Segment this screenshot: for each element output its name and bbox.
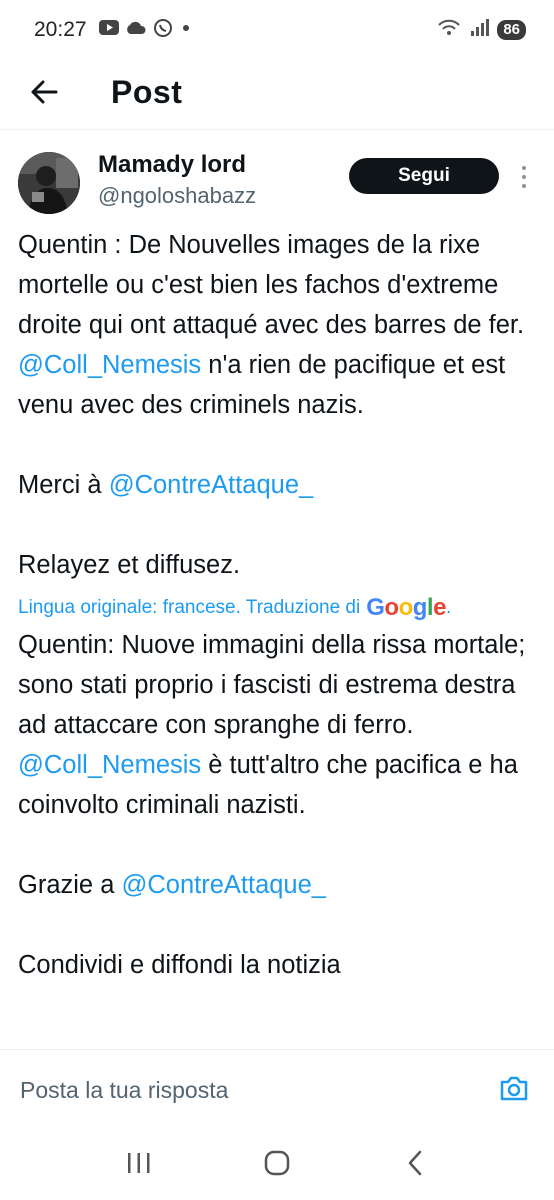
post-body: Quentin : De Nouvelles images de la rixe… bbox=[18, 225, 546, 985]
reply-bar bbox=[0, 1049, 554, 1131]
avatar[interactable] bbox=[18, 152, 80, 214]
follow-button[interactable]: Segui bbox=[349, 158, 499, 194]
original-text: Quentin : De Nouvelles images de la rixe… bbox=[18, 231, 525, 339]
more-vertical-icon bbox=[522, 166, 526, 170]
author-handle[interactable]: @ngoloshabazz bbox=[98, 183, 256, 209]
camera-icon bbox=[499, 1075, 529, 1106]
status-right: 86 bbox=[437, 18, 526, 42]
nav-home-button[interactable] bbox=[253, 1142, 301, 1190]
system-nav-bar bbox=[0, 1131, 554, 1200]
page-title: Post bbox=[111, 74, 183, 110]
author-row: Mamady lord @ngoloshabazz Segui bbox=[0, 148, 554, 218]
translated-text: Grazie a bbox=[18, 871, 122, 899]
mention-link[interactable]: @ContreAttaque_ bbox=[121, 871, 326, 899]
status-bar: 20:27 86 bbox=[0, 0, 554, 60]
notification-dot-icon bbox=[179, 21, 193, 40]
original-paragraph-1: Quentin : De Nouvelles images de la rixe… bbox=[18, 225, 546, 425]
translated-text: Quentin: Nuove immagini della rissa mort… bbox=[18, 631, 526, 739]
translated-paragraph-3: Condividi e diffondi la notizia bbox=[18, 951, 341, 979]
arrow-left-icon bbox=[29, 79, 59, 110]
battery-indicator: 86 bbox=[497, 20, 526, 40]
translation-note: Lingua originale: francese. Traduzione d… bbox=[18, 597, 361, 618]
nav-back-icon bbox=[405, 1149, 425, 1182]
translated-paragraph-1: Quentin: Nuove immagini della rissa mort… bbox=[18, 625, 546, 825]
recents-icon bbox=[126, 1151, 152, 1180]
original-paragraph-3: Relayez et diffusez. bbox=[18, 551, 241, 579]
mention-link[interactable]: @ContreAttaque_ bbox=[109, 471, 314, 499]
translation-attribution[interactable]: Lingua originale: francese. Traduzione d… bbox=[18, 593, 546, 623]
nav-back-button[interactable] bbox=[391, 1142, 439, 1190]
reply-input[interactable] bbox=[20, 1077, 496, 1104]
back-button[interactable] bbox=[26, 76, 62, 112]
status-time: 20:27 bbox=[34, 18, 87, 41]
wifi-icon bbox=[437, 19, 461, 42]
translation-period: . bbox=[445, 597, 452, 618]
google-logo: Google bbox=[366, 594, 446, 621]
nav-recents-button[interactable] bbox=[115, 1142, 163, 1190]
original-text: Merci à bbox=[18, 471, 109, 499]
home-icon bbox=[263, 1149, 291, 1182]
mention-link[interactable]: @Coll_Nemesis bbox=[18, 351, 201, 379]
youtube-icon bbox=[98, 20, 119, 40]
original-paragraph-2: Merci à @ContreAttaque_ bbox=[18, 465, 546, 505]
translated-paragraph-2: Grazie a @ContreAttaque_ bbox=[18, 865, 546, 905]
mention-link[interactable]: @Coll_Nemesis bbox=[18, 751, 201, 779]
cloud-icon bbox=[125, 20, 147, 40]
signal-icon bbox=[469, 18, 490, 42]
more-options-button[interactable] bbox=[514, 162, 534, 192]
more-vertical-icon-dot bbox=[522, 175, 526, 179]
status-notification-icons bbox=[98, 18, 193, 43]
camera-button[interactable] bbox=[496, 1073, 532, 1109]
whatsapp-icon bbox=[153, 18, 173, 43]
screen: 20:27 86 Post Mamady lord @ngoloshabazz … bbox=[0, 0, 554, 1200]
author-name[interactable]: Mamady lord bbox=[98, 151, 246, 179]
more-vertical-icon-dot bbox=[522, 184, 526, 188]
top-app-bar: Post bbox=[0, 60, 554, 130]
